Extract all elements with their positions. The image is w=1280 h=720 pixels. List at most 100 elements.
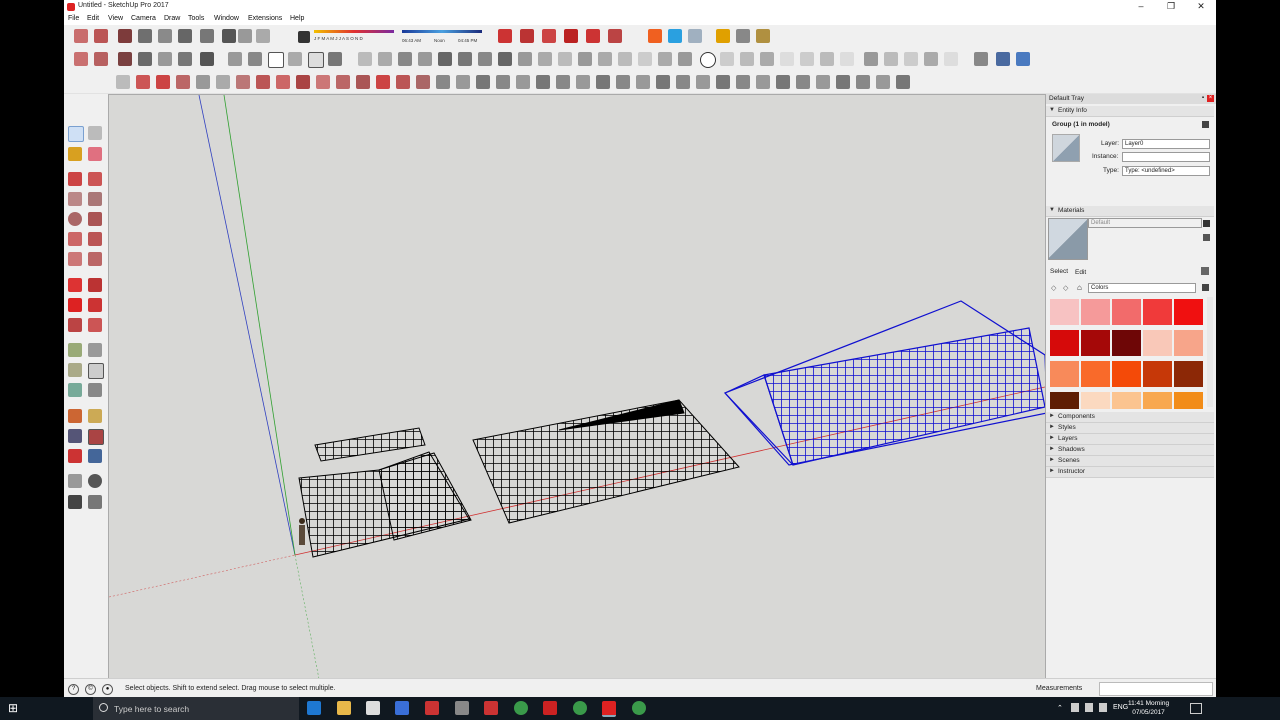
orbit-tool-icon[interactable] bbox=[68, 409, 82, 423]
shadow-toggle-icon[interactable] bbox=[298, 31, 310, 43]
globe-icon[interactable] bbox=[658, 52, 672, 66]
maximize-button[interactable]: ❐ bbox=[1156, 0, 1186, 13]
sample-paint-icon[interactable] bbox=[1203, 234, 1210, 241]
rectangle-icon[interactable] bbox=[156, 75, 170, 89]
layout-icon[interactable] bbox=[200, 29, 214, 43]
tray-expand-icon[interactable]: ⌃ bbox=[1057, 704, 1063, 712]
position-camera-icon[interactable] bbox=[68, 474, 82, 488]
subtract-icon[interactable] bbox=[760, 52, 774, 66]
tool-i-icon[interactable] bbox=[596, 75, 610, 89]
scale-icon[interactable] bbox=[396, 75, 410, 89]
home-icon[interactable]: ⌂ bbox=[1077, 283, 1082, 292]
chrome-icon[interactable] bbox=[514, 701, 528, 715]
union-icon[interactable] bbox=[740, 52, 754, 66]
freehand-icon[interactable] bbox=[136, 75, 150, 89]
warehouse-icon[interactable] bbox=[118, 29, 132, 43]
tool-e-icon[interactable] bbox=[516, 75, 530, 89]
line-tool-icon[interactable] bbox=[68, 172, 82, 186]
solid-orange-icon[interactable] bbox=[648, 29, 662, 43]
wireframe-icon[interactable] bbox=[398, 52, 412, 66]
app-icon-7[interactable] bbox=[484, 701, 498, 715]
shadows-header[interactable]: ► Shadows bbox=[1046, 445, 1214, 456]
sandbox-icon[interactable] bbox=[498, 52, 512, 66]
tool-h-icon[interactable] bbox=[576, 75, 590, 89]
tape-icon[interactable] bbox=[864, 52, 878, 66]
select-arrow-icon[interactable] bbox=[68, 126, 84, 142]
app-icon-6[interactable] bbox=[455, 701, 469, 715]
geo-location-icon[interactable] bbox=[678, 52, 692, 66]
menu-window[interactable]: Window bbox=[214, 15, 239, 22]
display-icon[interactable] bbox=[256, 29, 270, 43]
pan-icon[interactable] bbox=[996, 52, 1010, 66]
measurements-input[interactable] bbox=[1099, 682, 1213, 696]
hip-roof-small[interactable] bbox=[298, 427, 472, 558]
swatch-17[interactable] bbox=[1112, 392, 1141, 409]
flip-edge-icon[interactable] bbox=[638, 52, 652, 66]
forward-arrow-icon[interactable]: ◇ bbox=[1063, 284, 1068, 292]
entity-info-header[interactable]: ▼ Entity Info bbox=[1046, 106, 1214, 117]
monochrome-icon[interactable] bbox=[478, 52, 492, 66]
swatch-18[interactable] bbox=[1143, 392, 1172, 409]
geo-location-status-icon[interactable]: ? bbox=[68, 684, 79, 695]
swatch-1[interactable] bbox=[1081, 299, 1110, 325]
three-point-arc-icon[interactable] bbox=[276, 75, 290, 89]
solid-blue-icon[interactable] bbox=[668, 29, 682, 43]
tool-x-icon[interactable] bbox=[896, 75, 910, 89]
viewport-canvas[interactable] bbox=[108, 94, 1048, 680]
scenes-header[interactable]: ► Scenes bbox=[1046, 456, 1214, 467]
section-plane-icon[interactable] bbox=[820, 52, 834, 66]
file-explorer-icon[interactable] bbox=[337, 701, 351, 715]
taskbar-clock[interactable]: 11:41 Morning 07/05/2017 bbox=[1128, 699, 1169, 717]
pin-icon[interactable]: ▪ bbox=[1202, 95, 1204, 101]
language-indicator[interactable]: ENG bbox=[1113, 704, 1128, 711]
stamp-icon[interactable] bbox=[578, 52, 592, 66]
chrome-icon-2[interactable] bbox=[573, 701, 587, 715]
tool-q-icon[interactable] bbox=[756, 75, 770, 89]
swatch-6[interactable] bbox=[1081, 330, 1110, 356]
trim-icon[interactable] bbox=[780, 52, 794, 66]
taskbar-search[interactable]: Type here to search bbox=[93, 697, 299, 720]
push-pull-icon[interactable] bbox=[336, 75, 350, 89]
edge-icon[interactable] bbox=[307, 701, 321, 715]
menu-camera[interactable]: Camera bbox=[131, 15, 156, 22]
tool-r-icon[interactable] bbox=[776, 75, 790, 89]
previous-view-icon[interactable] bbox=[88, 449, 102, 463]
close-button[interactable]: ✕ bbox=[1186, 0, 1216, 13]
paint-bucket-tool-icon[interactable] bbox=[68, 147, 82, 161]
two-point-arc-icon[interactable] bbox=[256, 75, 270, 89]
rectangle-tool-icon[interactable] bbox=[68, 192, 82, 206]
dimension-icon[interactable] bbox=[924, 52, 938, 66]
swatch-19[interactable] bbox=[1174, 392, 1203, 409]
tool-w-icon[interactable] bbox=[876, 75, 890, 89]
windows-start-icon[interactable]: ⊞ bbox=[8, 702, 20, 714]
axis-y-icon[interactable] bbox=[520, 29, 534, 43]
swatch-10[interactable] bbox=[1050, 361, 1079, 387]
top-view-icon[interactable] bbox=[248, 52, 262, 66]
two-point-arc-tool-icon[interactable] bbox=[88, 232, 102, 246]
section-plane-tool-icon[interactable] bbox=[88, 495, 102, 509]
tape-measure-icon[interactable] bbox=[68, 343, 82, 357]
three-point-arc-tool-icon[interactable] bbox=[68, 252, 82, 266]
back-arrow-icon[interactable]: ◇ bbox=[1051, 284, 1056, 292]
shadow-settings-widget[interactable]: J F M A M J J A S O N D 06:43 AM Noon 04… bbox=[298, 28, 484, 46]
chrome-icon-3[interactable] bbox=[632, 701, 646, 715]
paint-bucket-icon[interactable] bbox=[74, 52, 88, 66]
back-view-icon[interactable] bbox=[308, 52, 324, 68]
split-icon[interactable] bbox=[800, 52, 814, 66]
drape-icon[interactable] bbox=[598, 52, 612, 66]
hidden-line-icon[interactable] bbox=[418, 52, 432, 66]
swatch-14[interactable] bbox=[1174, 361, 1203, 387]
swatch-2[interactable] bbox=[1112, 299, 1141, 325]
pie-tool-icon[interactable] bbox=[88, 252, 102, 266]
material-icon[interactable] bbox=[94, 52, 108, 66]
tool-b-icon[interactable] bbox=[456, 75, 470, 89]
human-figure[interactable] bbox=[299, 518, 305, 545]
tool-d-icon[interactable] bbox=[496, 75, 510, 89]
layer-select[interactable]: Layer0 bbox=[1122, 139, 1210, 149]
tool-f-icon[interactable] bbox=[536, 75, 550, 89]
tool-k-icon[interactable] bbox=[636, 75, 650, 89]
look-around-icon[interactable] bbox=[88, 474, 102, 488]
menu-draw[interactable]: Draw bbox=[164, 15, 180, 22]
minimize-button[interactable]: – bbox=[1126, 0, 1156, 13]
lock-icon[interactable] bbox=[1202, 121, 1209, 128]
